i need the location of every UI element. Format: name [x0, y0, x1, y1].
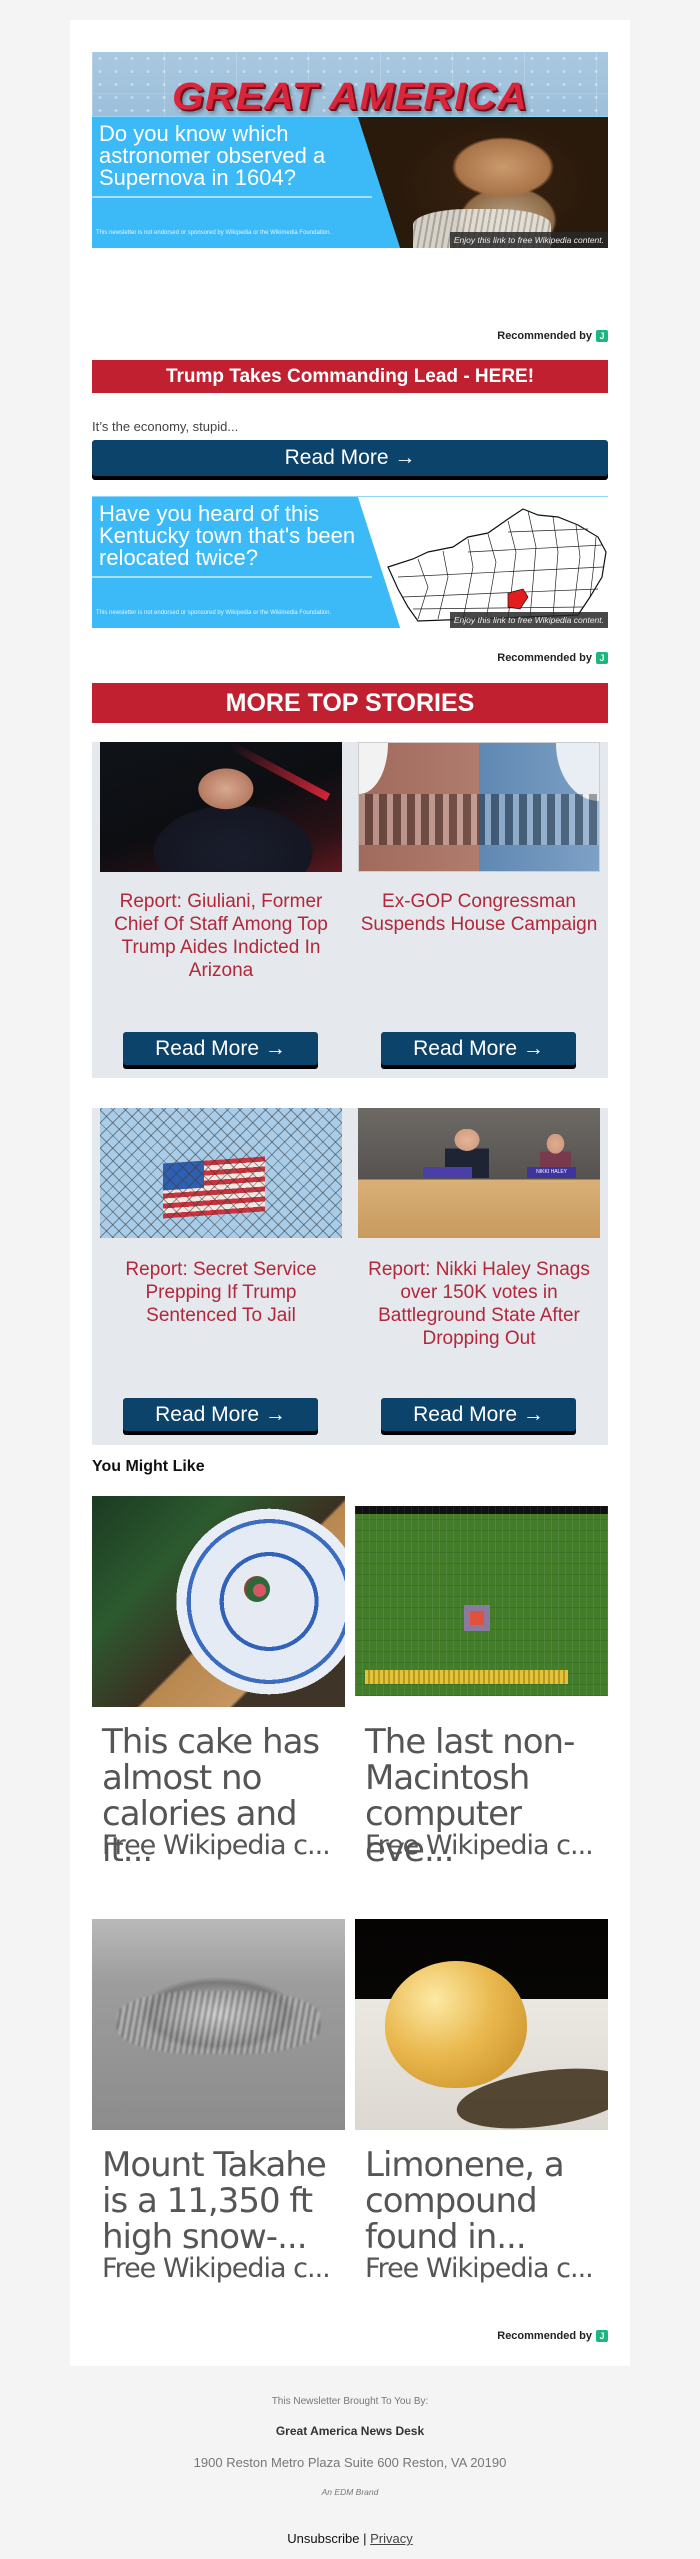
- cake-on-plate: [243, 1576, 270, 1603]
- tile-title: Mount Takahe is a 11,350 ft high snow-..…: [102, 2145, 327, 2257]
- newsletter-container: GREAT AMERICA NEWS DESK Do you know whic…: [70, 20, 630, 2366]
- story-title-link[interactable]: Ex-GOP Congressman Suspends House Campai…: [358, 890, 600, 936]
- ad-caption: Enjoy this link to free Wikipedia conten…: [449, 232, 608, 248]
- story-card-row-1: Report: Giuliani, Former Chief Of Staff …: [92, 742, 608, 1078]
- lead-headline-link[interactable]: Trump Takes Commanding Lead - HERE!: [92, 360, 608, 393]
- privacy-link[interactable]: Privacy: [370, 2531, 413, 2546]
- ad-image-astronomer-portrait: [358, 117, 608, 248]
- tile-source: Free Wikipedia c...: [365, 1830, 594, 1861]
- nameplate-right: NIKKI HALEY: [527, 1166, 576, 1179]
- caldera-ridge: [117, 1990, 320, 2055]
- footer-edm-brand: An EDM Brand: [321, 2487, 379, 2497]
- story-title-link[interactable]: Report: Nikki Haley Snags over 150K vote…: [358, 1258, 600, 1350]
- capitol-sky-left: [359, 743, 388, 795]
- ad-divider: [92, 576, 372, 578]
- ad-disclaimer: This newsletter is not endorsed or spons…: [96, 230, 332, 236]
- recommended-by-label: Recommended by: [497, 2330, 592, 2342]
- recommended-by-3[interactable]: Recommended by J: [497, 2330, 608, 2342]
- kentucky-county-map-icon: [387, 508, 607, 622]
- board-edge-connector: [365, 1670, 568, 1684]
- tile-image-cake: [92, 1496, 345, 1707]
- more-top-stories-heading: MORE TOP STORIES: [92, 683, 608, 723]
- lead-read-more-button[interactable]: Read More →: [92, 440, 608, 476]
- story-image-capitol[interactable]: [358, 742, 600, 872]
- story-card-row-2: NIKKI HALEY Report: Secret Service Prepp…: [92, 1108, 608, 1445]
- ad-question: Have you heard of this Kentucky town tha…: [99, 501, 356, 570]
- wiki-ad-kentucky[interactable]: Have you heard of this Kentucky town tha…: [92, 496, 608, 628]
- story-image-giuliani[interactable]: [100, 742, 342, 872]
- recommendation-tile[interactable]: Limonene, a compound found in... Free Wi…: [355, 1919, 608, 2319]
- story-read-more-button[interactable]: Read More →: [123, 1032, 318, 1065]
- footer-brought-by: This Newsletter Brought To You By:: [271, 2396, 429, 2407]
- capitol-sky-right: [555, 743, 599, 801]
- recommended-by-1[interactable]: Recommended by J: [497, 330, 608, 342]
- jeeng-logo-icon: J: [596, 2330, 608, 2342]
- ad-question: Do you know which astronomer observed a …: [99, 121, 326, 190]
- ad-divider: [92, 196, 372, 198]
- story-title-link[interactable]: Report: Giuliani, Former Chief Of Staff …: [100, 890, 342, 982]
- footer-brand: Great America News Desk: [275, 2424, 425, 2438]
- footer-links: Unsubscribe | Privacy: [0, 2531, 700, 2546]
- wiki-ad-astronomer[interactable]: Do you know which astronomer observed a …: [92, 116, 608, 248]
- tile-image-mount-takahe: [92, 1919, 345, 2130]
- story-read-more-button[interactable]: Read More →: [381, 1398, 576, 1431]
- tile-image-limonene: [355, 1919, 608, 2130]
- recommendation-tile[interactable]: The last non-Macintosh computer eve... F…: [355, 1496, 608, 1896]
- tile-image-circuit-board: [355, 1506, 608, 1696]
- capitol-columns: [359, 794, 599, 846]
- lead-subtitle: It’s the economy, stupid...: [92, 419, 239, 434]
- tile-source: Free Wikipedia c...: [102, 1830, 331, 1861]
- recommended-by-2[interactable]: Recommended by J: [497, 652, 608, 664]
- story-image-un-panel[interactable]: NIKKI HALEY: [358, 1108, 600, 1238]
- jeeng-logo-icon: J: [596, 330, 608, 342]
- recommended-by-label: Recommended by: [497, 652, 592, 664]
- nameplate-left: [423, 1166, 472, 1179]
- citrus-fruit: [385, 1961, 528, 2088]
- tile-title: Limonene, a compound found in...: [365, 2145, 565, 2257]
- story-image-flag-fence[interactable]: [100, 1108, 342, 1238]
- ad-disclaimer: This newsletter is not endorsed or spons…: [96, 610, 332, 616]
- ad-image-kentucky-map: [358, 497, 608, 628]
- tile-source: Free Wikipedia c...: [102, 2253, 331, 2284]
- board-traces: [355, 1506, 608, 1696]
- recommended-by-label: Recommended by: [497, 330, 592, 342]
- story-title-link[interactable]: Report: Secret Service Prepping If Trump…: [100, 1258, 342, 1327]
- you-might-like-heading: You Might Like: [92, 1458, 205, 1475]
- board-chip: [463, 1604, 490, 1631]
- story-read-more-button[interactable]: Read More →: [123, 1398, 318, 1431]
- recommendation-tile[interactable]: This cake has almost no calories and it.…: [92, 1496, 345, 1896]
- recommendation-tile[interactable]: Mount Takahe is a 11,350 ft high snow-..…: [92, 1919, 345, 2319]
- footer-address: 1900 Reston Metro Plaza Suite 600 Reston…: [193, 2455, 507, 2470]
- ad-caption: Enjoy this link to free Wikipedia conten…: [449, 612, 608, 628]
- footer-separator: |: [363, 2531, 367, 2546]
- jeeng-logo-icon: J: [596, 652, 608, 664]
- story-read-more-button[interactable]: Read More →: [381, 1032, 576, 1065]
- tile-source: Free Wikipedia c...: [365, 2253, 594, 2284]
- unsubscribe-link[interactable]: Unsubscribe: [287, 2531, 359, 2546]
- stage-light: [229, 742, 331, 801]
- chain-link-fence: [100, 1108, 342, 1238]
